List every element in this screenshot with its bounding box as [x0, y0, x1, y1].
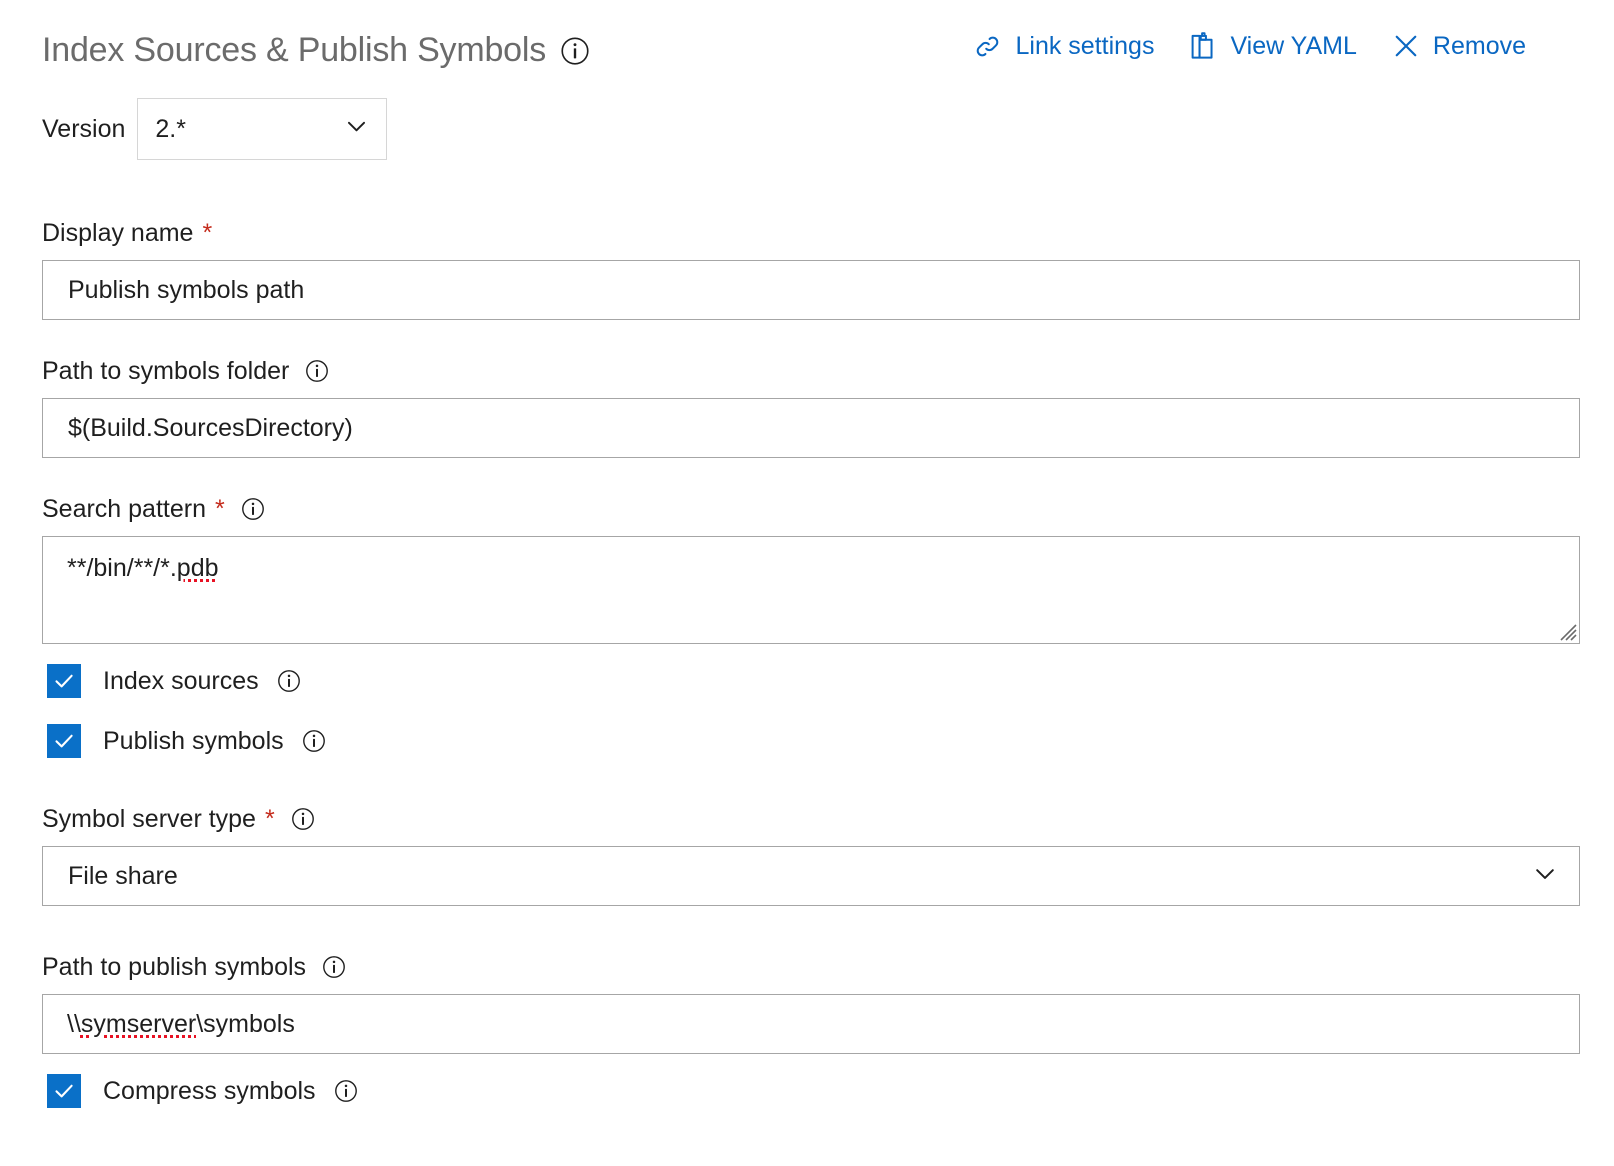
path-to-publish-symbols-wrap: \\symserver\symbols [42, 994, 1580, 1054]
view-yaml-button[interactable]: View YAML [1188, 30, 1356, 62]
task-header: Index Sources & Publish Symbols Link set… [0, 0, 1614, 92]
task-editor-page: Index Sources & Publish Symbols Link set… [0, 0, 1614, 1166]
search-pattern-textarea-wrap: **/bin/**/*.pdb **/bin/**/*.pdb [42, 536, 1580, 644]
compress-symbols-checkbox[interactable] [47, 1074, 81, 1108]
symbol-server-type-dropdown[interactable]: File share [42, 846, 1580, 906]
field-search-pattern: Search pattern * **/bin/**/*.pdb **/bin/… [42, 494, 1580, 644]
path-to-publish-symbols-input[interactable] [42, 994, 1580, 1054]
display-name-input[interactable] [42, 260, 1580, 320]
search-pattern-label-text: Search pattern [42, 494, 206, 524]
remove-button[interactable]: Remove [1391, 31, 1526, 61]
info-icon[interactable] [291, 807, 315, 831]
info-icon[interactable] [334, 1079, 358, 1103]
path-to-symbols-folder-label: Path to symbols folder [42, 356, 1580, 386]
link-settings-button[interactable]: Link settings [972, 31, 1154, 62]
symbol-server-type-label-text: Symbol server type [42, 804, 256, 834]
version-label: Version [42, 115, 125, 144]
symbol-server-type-value: File share [68, 862, 178, 891]
task-form: Display name * Path to symbols folder [42, 218, 1580, 1108]
title-group: Index Sources & Publish Symbols [42, 32, 590, 69]
compress-symbols-label: Compress symbols [103, 1077, 316, 1106]
clipboard-icon [1188, 30, 1218, 62]
path-to-symbols-folder-label-text: Path to symbols folder [42, 356, 289, 386]
chevron-down-icon [1531, 860, 1559, 893]
info-icon[interactable] [277, 669, 301, 693]
info-icon[interactable] [302, 729, 326, 753]
link-settings-label: Link settings [1015, 34, 1154, 59]
page-title: Index Sources & Publish Symbols [42, 32, 546, 69]
info-icon[interactable] [241, 497, 265, 521]
header-toolbar: Link settings View YAML [972, 30, 1526, 62]
row-publish-symbols: Publish symbols [42, 724, 1580, 758]
info-icon[interactable] [305, 359, 329, 383]
chevron-down-icon [343, 113, 370, 145]
path-to-symbols-folder-input[interactable] [42, 398, 1580, 458]
version-dropdown[interactable]: 2.* [137, 98, 387, 160]
required-indicator: * [202, 221, 212, 246]
version-row: Version 2.* [42, 98, 1614, 160]
version-value: 2.* [155, 115, 186, 144]
search-pattern-label: Search pattern * [42, 494, 1580, 524]
index-sources-checkbox[interactable] [47, 664, 81, 698]
field-path-to-publish-symbols: Path to publish symbols \\symserver\symb… [42, 952, 1580, 1054]
row-compress-symbols: Compress symbols [42, 1074, 1580, 1108]
index-sources-label: Index sources [103, 667, 259, 696]
search-pattern-textarea[interactable]: **/bin/**/*.pdb [42, 536, 1580, 644]
remove-label: Remove [1433, 34, 1526, 59]
view-yaml-label: View YAML [1230, 34, 1356, 59]
field-display-name: Display name * [42, 218, 1580, 320]
display-name-label-text: Display name [42, 218, 193, 248]
publish-symbols-label: Publish symbols [103, 727, 284, 756]
close-icon [1391, 31, 1421, 61]
info-icon[interactable] [560, 36, 590, 66]
link-icon [972, 31, 1003, 62]
info-icon[interactable] [322, 955, 346, 979]
field-path-to-symbols-folder: Path to symbols folder [42, 356, 1580, 458]
field-symbol-server-type: Symbol server type * File share [42, 804, 1580, 906]
required-indicator: * [215, 497, 225, 522]
publish-symbols-checkbox[interactable] [47, 724, 81, 758]
path-to-publish-symbols-label-text: Path to publish symbols [42, 952, 306, 982]
display-name-label: Display name * [42, 218, 1580, 248]
symbol-server-type-label: Symbol server type * [42, 804, 1580, 834]
row-index-sources: Index sources [42, 664, 1580, 698]
required-indicator: * [265, 807, 275, 832]
path-to-publish-symbols-label: Path to publish symbols [42, 952, 1580, 982]
